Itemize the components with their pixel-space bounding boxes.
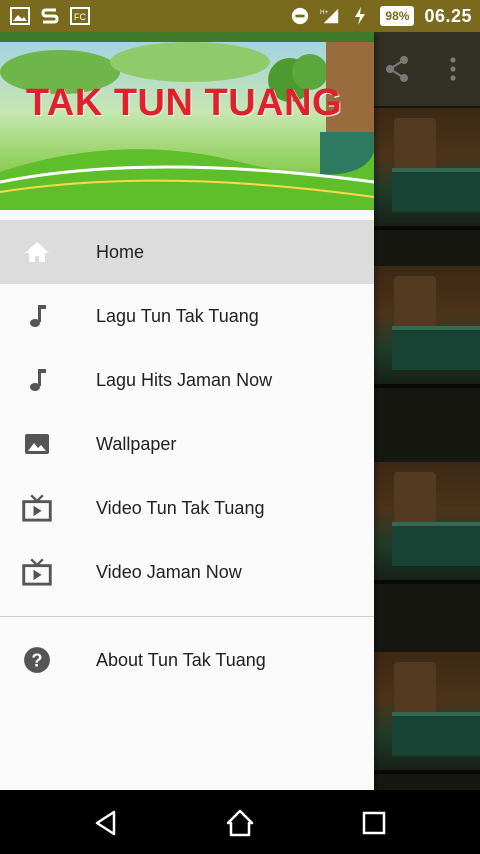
nav-item-lagu-hits-jaman-now[interactable]: Lagu Hits Jaman Now xyxy=(0,348,374,412)
tv-icon xyxy=(22,494,52,522)
nav-divider xyxy=(0,616,374,617)
clock: 06.25 xyxy=(424,5,472,26)
back-button[interactable] xyxy=(92,808,122,838)
drawer-header: TAK TUN TUANG xyxy=(0,32,374,210)
nav-item-video-tun-tak-tuang[interactable]: Video Tun Tak Tuang xyxy=(0,476,374,540)
home-button[interactable] xyxy=(225,808,255,838)
tv-icon xyxy=(22,558,52,586)
music-note-icon xyxy=(30,305,46,327)
app-title: TAK TUN TUANG xyxy=(26,82,343,124)
dnd-icon xyxy=(292,7,309,25)
status-bar: FC H+ 98% 06.25 xyxy=(0,0,480,32)
home-icon xyxy=(25,242,49,262)
nav-item-home[interactable]: Home xyxy=(0,220,374,284)
image-icon xyxy=(25,434,49,454)
navigation-drawer: TAK TUN TUANG Home Lagu Tun Tak Tuang La… xyxy=(0,32,374,790)
help-icon: ? xyxy=(24,647,50,673)
nav-item-label: Video Tun Tak Tuang xyxy=(96,497,265,518)
system-navigation-bar xyxy=(0,790,480,854)
battery-indicator: 98% xyxy=(380,6,415,26)
nav-list: Home Lagu Tun Tak Tuang Lagu Hits Jaman … xyxy=(0,220,374,604)
s-app-icon xyxy=(41,8,59,24)
nav-item-label: Lagu Tun Tak Tuang xyxy=(96,305,259,326)
nav-item-label: Lagu Hits Jaman Now xyxy=(96,369,273,390)
nav-item-label: About Tun Tak Tuang xyxy=(96,649,266,670)
nav-item-video-jaman-now[interactable]: Video Jaman Now xyxy=(0,540,374,604)
svg-text:FC: FC xyxy=(74,12,86,22)
charging-icon xyxy=(355,7,366,25)
nav-item-about[interactable]: ? About Tun Tak Tuang xyxy=(0,628,374,692)
signal-icon: H+ xyxy=(320,8,339,24)
nav-item-label: Video Jaman Now xyxy=(96,561,242,582)
nav-item-label: Wallpaper xyxy=(96,433,177,454)
nav-about-section: ? About Tun Tak Tuang xyxy=(0,628,374,692)
fc-app-icon: FC xyxy=(70,7,90,25)
svg-text:?: ? xyxy=(31,649,42,670)
music-note-icon xyxy=(30,369,46,391)
nav-item-label: Home xyxy=(96,241,145,262)
recents-button[interactable] xyxy=(359,808,389,838)
nav-item-lagu-tun-tak-tuang[interactable]: Lagu Tun Tak Tuang xyxy=(0,284,374,348)
nav-item-wallpaper[interactable]: Wallpaper xyxy=(0,412,374,476)
svg-text:H+: H+ xyxy=(320,9,329,16)
image-icon xyxy=(10,7,30,25)
